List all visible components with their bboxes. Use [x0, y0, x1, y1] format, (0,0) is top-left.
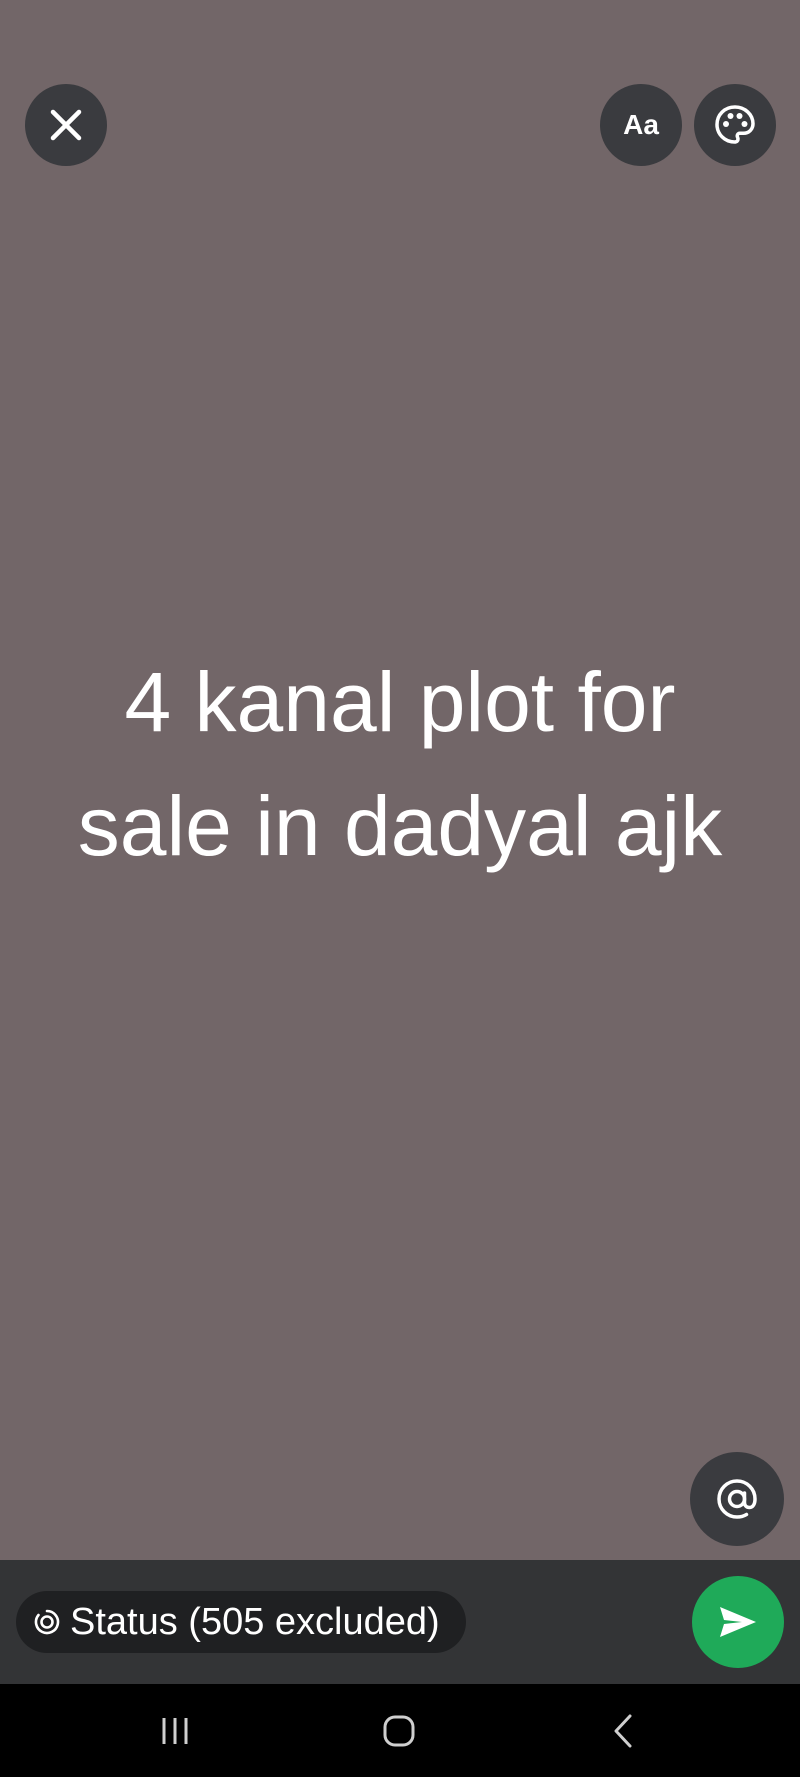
- recents-button[interactable]: [130, 1684, 220, 1777]
- system-navigation-bar: [0, 1684, 800, 1777]
- palette-icon: [715, 105, 755, 144]
- status-ring-icon: [34, 1609, 60, 1635]
- recents-icon: [162, 1717, 188, 1744]
- color-palette-button[interactable]: [694, 84, 776, 166]
- font-style-label: Aa: [623, 109, 659, 140]
- back-button[interactable]: [578, 1684, 668, 1777]
- mention-button[interactable]: [690, 1452, 784, 1546]
- send-icon: [720, 1607, 756, 1637]
- close-icon: [50, 109, 82, 141]
- audience-label: Status (505 excluded): [70, 1600, 440, 1643]
- send-button[interactable]: [692, 1576, 784, 1668]
- audience-selector[interactable]: Status (505 excluded): [16, 1591, 466, 1653]
- home-icon: [383, 1715, 415, 1746]
- at-sign-icon: [717, 1479, 757, 1519]
- font-style-button[interactable]: Aa: [600, 84, 682, 166]
- back-icon: [614, 1714, 632, 1747]
- close-button[interactable]: [25, 84, 107, 166]
- home-button[interactable]: [354, 1684, 444, 1777]
- status-canvas[interactable]: Aa 4 kanal plot for sale in dadyal ajk: [0, 0, 800, 1560]
- status-text[interactable]: 4 kanal plot for sale in dadyal ajk: [40, 640, 760, 888]
